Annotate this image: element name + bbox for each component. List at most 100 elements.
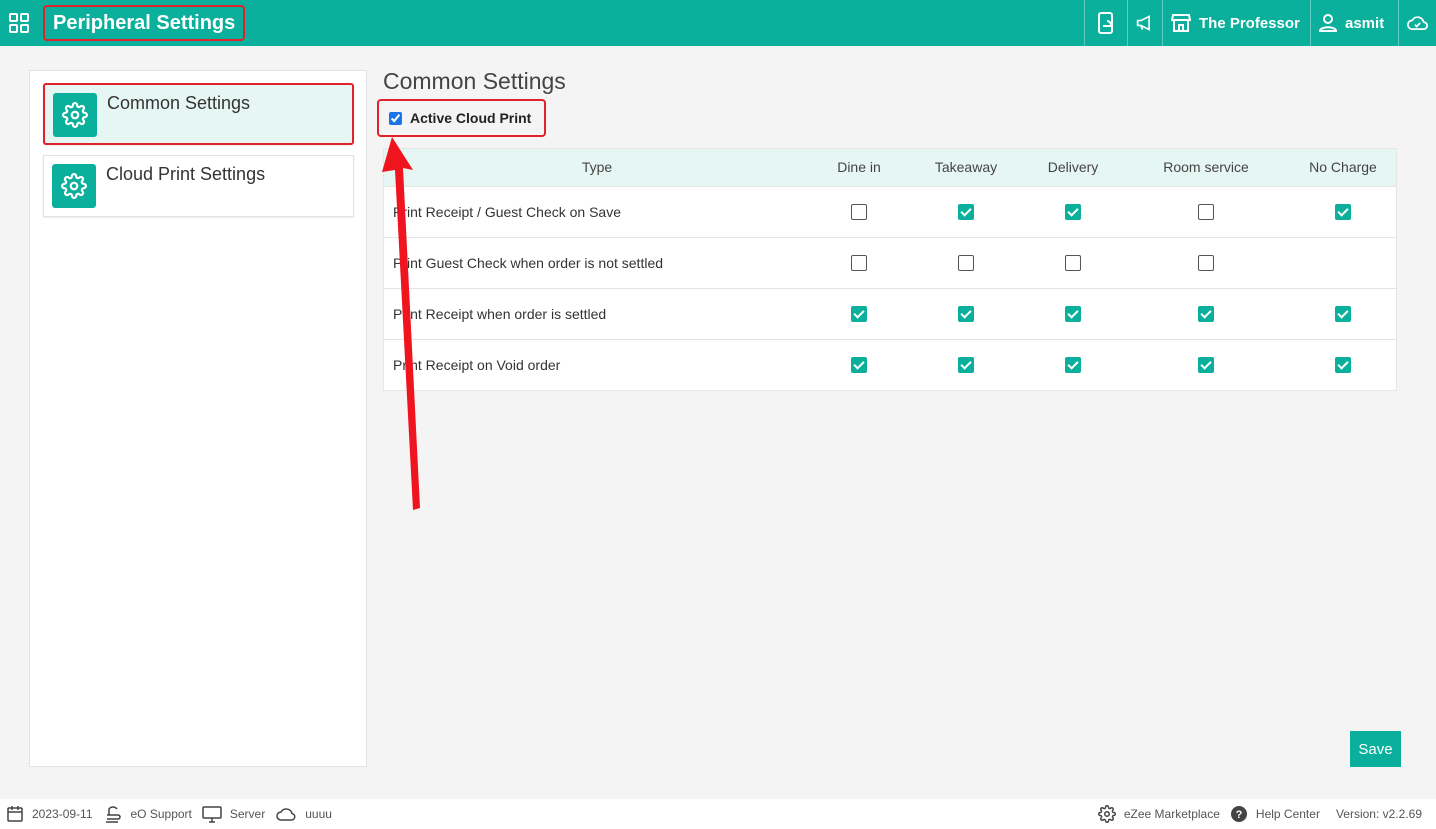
cell-room-service xyxy=(1122,339,1290,390)
footer-server-text: Server xyxy=(229,807,266,821)
sidebar-item-cloud-print-settings[interactable]: Cloud Print Settings xyxy=(43,155,354,217)
cell-delivery xyxy=(1024,339,1122,390)
footer-help-link[interactable]: ? Help Center xyxy=(1230,805,1320,823)
cell-takeaway xyxy=(908,339,1024,390)
svg-text:?: ? xyxy=(1236,809,1243,821)
cloud-icon xyxy=(276,808,296,821)
announcement-button[interactable] xyxy=(1127,0,1162,46)
section-title: Common Settings xyxy=(383,68,566,94)
footer-marketplace-text: eZee Marketplace xyxy=(1123,807,1220,821)
table-row: Print Receipt when order is settled xyxy=(384,288,1396,339)
room-service-checkbox[interactable] xyxy=(1198,306,1214,323)
top-right-toolbar: The Professor asmit xyxy=(1084,0,1436,46)
user-name: asmit xyxy=(1345,14,1385,32)
monitor-icon xyxy=(202,806,222,823)
takeaway-checkbox[interactable] xyxy=(958,255,974,272)
column-header-delivery: Delivery xyxy=(1047,159,1099,176)
footer-support-link[interactable]: eO Support xyxy=(103,804,192,824)
cell-delivery xyxy=(1024,186,1122,237)
grid-menu-button[interactable] xyxy=(0,0,38,46)
table-row: Print Receipt / Guest Check on Save xyxy=(384,186,1396,237)
cell-delivery xyxy=(1024,237,1122,288)
column-header-takeaway: Takeaway xyxy=(934,159,998,176)
common-settings-icon-box xyxy=(53,93,97,137)
column-header-dine-in: Dine in xyxy=(837,159,881,176)
store-icon xyxy=(1171,14,1191,32)
sidebar-item-label: Cloud Print Settings xyxy=(106,164,266,184)
delivery-checkbox[interactable] xyxy=(1065,204,1081,221)
gear-icon xyxy=(1097,805,1116,823)
footer-date-text: 2023-09-11 xyxy=(32,807,93,821)
table-row: Print Guest Check when order is not sett… xyxy=(384,237,1396,288)
help-icon: ? xyxy=(1230,806,1247,822)
cell-room-service xyxy=(1122,237,1290,288)
gear-icon xyxy=(61,173,87,199)
takeaway-checkbox[interactable] xyxy=(958,204,974,221)
mobile-order-icon xyxy=(1098,12,1113,34)
footer-support-text: eO Support xyxy=(130,807,192,821)
user-menu[interactable]: asmit xyxy=(1310,0,1398,46)
no-charge-checkbox[interactable] xyxy=(1335,204,1351,221)
dine-in-checkbox[interactable] xyxy=(851,204,867,221)
footer-cloud-status[interactable]: uuuu xyxy=(275,806,332,822)
delivery-checkbox[interactable] xyxy=(1065,357,1081,374)
footer-marketplace-link[interactable]: eZee Marketplace xyxy=(1097,805,1220,823)
row-type-label: Print Guest Check when order is not sett… xyxy=(393,254,664,271)
mobile-order-button[interactable] xyxy=(1084,0,1127,46)
cell-dine-in xyxy=(810,186,908,237)
row-type-label: Print Receipt / Guest Check on Save xyxy=(393,203,621,220)
cell-takeaway xyxy=(908,237,1024,288)
table-row: Print Receipt on Void order xyxy=(384,339,1396,390)
cell-dine-in xyxy=(810,237,908,288)
active-cloud-print-checkbox[interactable] xyxy=(389,111,402,125)
cell-no-charge xyxy=(1290,186,1396,237)
cell-dine-in xyxy=(810,288,908,339)
sidebar-item-common-settings[interactable]: Common Settings xyxy=(43,83,354,145)
row-type-label: Print Receipt on Void order xyxy=(393,356,561,373)
footer-version: Version: v2.2.69 xyxy=(1336,807,1422,821)
footer-version-text: Version: v2.2.69 xyxy=(1335,807,1422,821)
footer-date: 2023-09-11 xyxy=(6,805,93,823)
active-cloud-print-label: Active Cloud Print xyxy=(410,110,532,126)
cell-no-charge xyxy=(1290,237,1396,288)
dine-in-checkbox[interactable] xyxy=(851,306,867,323)
settings-sidebar: Common Settings Cloud Print Settings xyxy=(29,70,367,767)
room-service-checkbox[interactable] xyxy=(1198,255,1214,272)
cloud-status-button[interactable] xyxy=(1398,0,1436,46)
property-selector[interactable]: The Professor xyxy=(1162,0,1310,46)
room-service-checkbox[interactable] xyxy=(1198,357,1214,374)
print-settings-table: Type Dine in Takeaway Delivery Room serv… xyxy=(383,148,1397,391)
cloud-check-icon xyxy=(1407,16,1428,30)
takeaway-checkbox[interactable] xyxy=(958,306,974,323)
room-service-checkbox[interactable] xyxy=(1198,204,1214,221)
takeaway-checkbox[interactable] xyxy=(958,357,974,374)
row-type-label: Print Receipt when order is settled xyxy=(393,305,607,322)
column-header-type: Type xyxy=(581,159,613,176)
cloud-print-settings-icon-box xyxy=(52,164,96,208)
status-bar: 2023-09-11 eO Support Server uuuu eZee M… xyxy=(0,799,1436,829)
footer-cloud-text: uuuu xyxy=(305,807,332,821)
save-button[interactable]: Save xyxy=(1350,731,1401,767)
calendar-icon xyxy=(7,806,23,822)
delivery-checkbox[interactable] xyxy=(1065,306,1081,323)
megaphone-icon xyxy=(1136,15,1150,31)
cell-no-charge xyxy=(1290,339,1396,390)
cell-room-service xyxy=(1122,186,1290,237)
user-icon xyxy=(1319,14,1337,32)
column-header-room-service: Room service xyxy=(1163,159,1249,176)
dine-in-checkbox[interactable] xyxy=(851,357,867,374)
sidebar-item-label: Common Settings xyxy=(107,93,251,113)
cell-dine-in xyxy=(810,339,908,390)
cell-takeaway xyxy=(908,288,1024,339)
dine-in-checkbox[interactable] xyxy=(851,255,867,272)
footer-server-status[interactable]: Server xyxy=(202,805,265,823)
active-cloud-print-toggle[interactable]: Active Cloud Print xyxy=(377,99,546,137)
support-icon xyxy=(105,806,121,823)
grid-icon xyxy=(9,13,29,33)
no-charge-checkbox[interactable] xyxy=(1335,357,1351,374)
delivery-checkbox[interactable] xyxy=(1065,255,1081,272)
footer-help-text: Help Center xyxy=(1255,807,1320,821)
page-title: Peripheral Settings xyxy=(43,5,246,41)
table-header-row: Type Dine in Takeaway Delivery Room serv… xyxy=(384,149,1396,186)
no-charge-checkbox[interactable] xyxy=(1335,306,1351,323)
